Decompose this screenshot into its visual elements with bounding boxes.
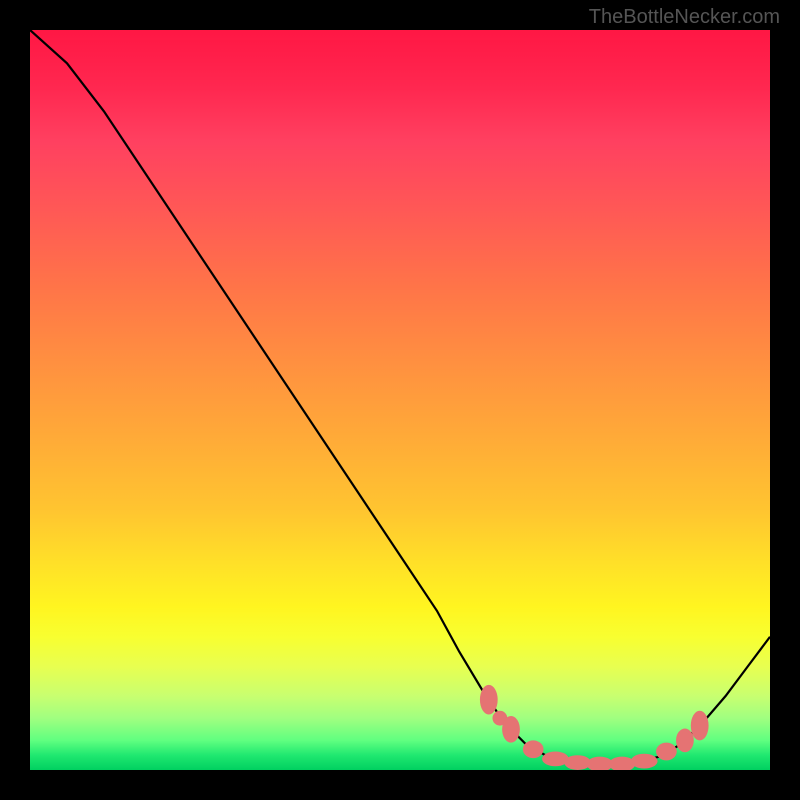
marker-point xyxy=(691,711,709,741)
marker-point xyxy=(631,754,658,769)
marker-point xyxy=(656,743,677,761)
plot-area xyxy=(30,30,770,770)
marker-point xyxy=(480,685,498,715)
watermark-text: TheBottleNecker.com xyxy=(589,6,780,29)
chart-svg xyxy=(30,30,770,770)
bottleneck-curve xyxy=(30,30,770,764)
marker-point xyxy=(676,729,694,753)
marker-point xyxy=(609,757,636,770)
marker-point xyxy=(502,716,520,743)
marker-point xyxy=(523,740,544,758)
optimal-markers xyxy=(480,685,709,770)
